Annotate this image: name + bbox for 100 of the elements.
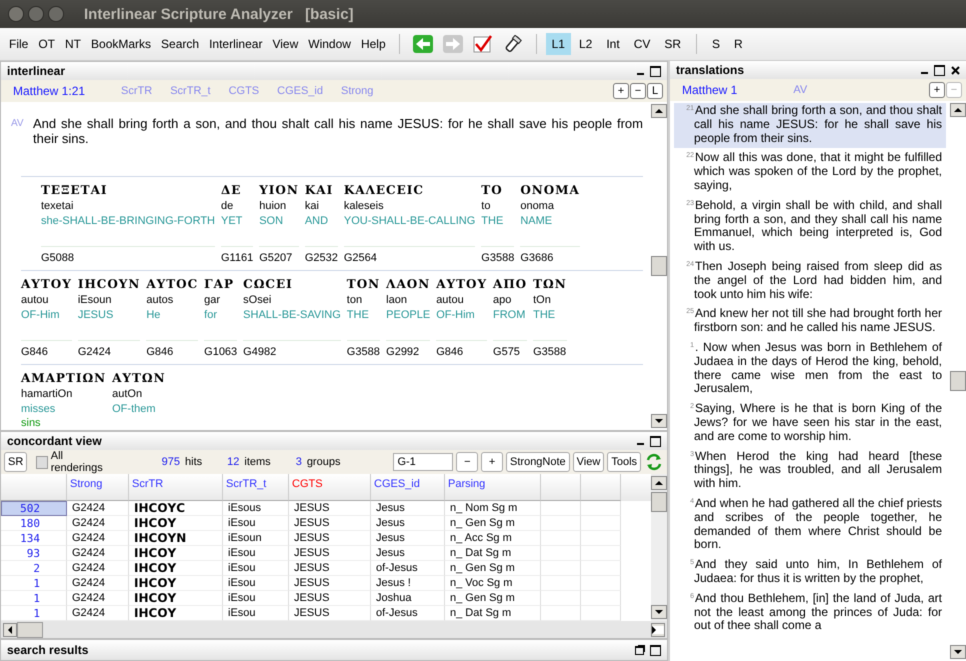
strong-number[interactable]: G2992	[386, 345, 420, 359]
toolbar-button[interactable]: Tools	[607, 452, 642, 472]
strong-number[interactable]: G5088	[41, 251, 74, 265]
zoom-button[interactable]: −	[630, 83, 646, 99]
toolbar-button[interactable]: R	[728, 33, 749, 55]
greek-word[interactable]: ΥΙΟΝ	[259, 181, 299, 199]
column-header[interactable]: CGTS	[289, 474, 371, 501]
verse-text[interactable]: $^{3}$When Herod the king had heard [these things], he was troubled, and all Jerusalem with him.	[674, 448, 946, 494]
menu-item[interactable]: Interlinear	[204, 37, 268, 51]
scrollbar[interactable]	[651, 474, 667, 621]
greek-word[interactable]: ΟΝΟΜΑ	[520, 181, 580, 199]
toolbar-button[interactable]: L2	[572, 33, 598, 55]
zoom-button[interactable]: +	[929, 82, 945, 98]
greek-word[interactable]: ΑΥΤΟΥ	[436, 275, 488, 293]
menu-item[interactable]: View	[267, 37, 304, 51]
count-cell[interactable]: 502	[1, 501, 67, 516]
verse-text[interactable]: $^{2}$ Saying, Where is he that is born King of the Jews? for we have seen his star in the east, and are come to worship him.	[674, 401, 946, 447]
checkmark-icon[interactable]	[472, 35, 493, 53]
column-header[interactable]: CGES_id	[371, 474, 445, 501]
greek-word[interactable]: ΑΥΤΩΝ	[112, 369, 166, 387]
greek-word[interactable]: ΑΥΤΟΥ	[21, 275, 72, 293]
greek-word[interactable]: ΤΕΞΕΤΑΙ	[41, 181, 108, 199]
greek-word[interactable]: ΤΩΝ	[533, 275, 567, 293]
verse-text[interactable]: $^{21}$And she shall bring forth a son, and thou shalt call his name JESUS: for he shall save his people from their sins.	[674, 103, 946, 148]
count-cell[interactable]: 134	[1, 531, 67, 546]
strong-number[interactable]: G5207	[259, 251, 292, 265]
count-cell[interactable]: 180	[1, 516, 67, 531]
verse-text[interactable]: $^{5}$And they said unto him, In Bethlehem of Judaea: for thus it is written by the prophet,	[674, 557, 946, 589]
count-cell[interactable]: 1	[1, 576, 67, 591]
menu-item[interactable]: BookMarks	[86, 37, 156, 51]
verse-text[interactable]: $^{23}$ Behold, a virgin shall be with child, and shall bring forth a son, and they shall call his name Emmanuel, which being interpreted is, God with us.	[674, 198, 946, 257]
column-header[interactable]: ScrTR_t	[223, 474, 289, 501]
menu-item[interactable]: Window	[303, 37, 356, 51]
toolbar-button[interactable]: CV	[628, 33, 656, 55]
checkbox[interactable]	[36, 456, 48, 468]
maximize-icon[interactable]	[650, 66, 661, 76]
column-header[interactable]: Strong	[67, 474, 129, 501]
strong-number[interactable]: G4982	[243, 345, 276, 359]
column-header[interactable]	[581, 474, 621, 501]
verse-text[interactable]: $^{25}$And knew her not till she had brought forth her firstborn son: and he called his name JESUS.	[674, 306, 946, 338]
verse-text[interactable]: $^{4}$And when he had gathered all the chief priests and scribes of the people together, he demanded of them where Christ should be born.	[674, 496, 946, 556]
toolbar-button[interactable]: −	[456, 452, 478, 472]
toolbar-button[interactable]: L1	[546, 33, 571, 55]
menu-item[interactable]: Help	[356, 37, 391, 51]
toolbar-button[interactable]: +	[481, 452, 504, 472]
strong-number[interactable]: G846	[146, 345, 174, 359]
verse-text[interactable]: $^{24}$Then Joseph being raised from sleep did as the angel of the Lord had bidden him, and took unto him his wife:	[674, 258, 946, 304]
toolbar-button[interactable]: Int	[600, 33, 626, 55]
verse-text[interactable]: $^{22}$ Now all this was done, that it might be fulfilled which was spoken of the Lord by the prophet, saying,	[674, 150, 946, 196]
maximize-icon[interactable]	[650, 644, 661, 656]
greek-word[interactable]: ΔΕ	[221, 181, 242, 199]
scrollbar[interactable]	[651, 102, 667, 430]
toolbar-button[interactable]: StrongNote	[506, 452, 570, 472]
strong-number[interactable]: G846	[21, 345, 48, 359]
menu-item[interactable]: Search	[156, 37, 204, 51]
menu-item[interactable]: NT	[60, 37, 86, 51]
strong-number[interactable]: G3686	[520, 251, 554, 265]
toolbar-button[interactable]: View	[572, 452, 604, 472]
strong-number[interactable]: G2532	[304, 251, 338, 265]
scrollbar[interactable]	[950, 101, 966, 661]
menu-item[interactable]: OT	[33, 37, 60, 51]
strong-number[interactable]: G3588	[481, 251, 514, 265]
verse-reference[interactable]: Matthew 1:21	[13, 84, 86, 98]
count-cell[interactable]: 2	[1, 561, 67, 576]
greek-word[interactable]: ΙΗϹΟΥΝ	[78, 275, 140, 293]
zoom-button[interactable]: +	[613, 83, 629, 99]
greek-word[interactable]: ΑΥΤΟϹ	[146, 275, 198, 293]
maximize-icon[interactable]	[934, 64, 945, 76]
search-field[interactable]: G-1	[393, 453, 454, 471]
strong-number[interactable]: G3588	[533, 345, 566, 359]
column-header[interactable]: Parsing	[445, 474, 541, 501]
greek-word[interactable]: ΚΑΛΕϹΕΙϹ	[344, 181, 424, 199]
column-header[interactable]: ScrTR	[129, 474, 223, 501]
greek-word[interactable]: ϹΩϹΕΙ	[243, 275, 293, 293]
strong-number[interactable]: G2424	[78, 345, 111, 359]
strong-number[interactable]: G846	[436, 345, 464, 359]
strong-number[interactable]: G1063	[204, 345, 238, 359]
greek-word[interactable]: ΑΜΑΡΤΙΩΝ	[21, 369, 106, 387]
strong-number[interactable]: G2564	[344, 251, 377, 265]
menu-item[interactable]: File	[4, 37, 34, 51]
maximize-icon[interactable]	[650, 436, 661, 446]
greek-word[interactable]: ΓΑΡ	[204, 275, 234, 293]
greek-word[interactable]: ΛΑΟΝ	[386, 275, 430, 293]
column-header[interactable]	[541, 474, 581, 501]
count-cell[interactable]: 1	[1, 591, 67, 606]
sr-button[interactable]: SR	[4, 452, 28, 472]
chapter-reference[interactable]: Matthew 1	[682, 83, 738, 97]
back-arrow-icon[interactable]	[412, 35, 433, 53]
toolbar-button[interactable]: S	[706, 33, 726, 55]
strong-number[interactable]: G1161	[221, 251, 254, 265]
verse-text[interactable]: $^{1}$. Now when Jesus was born in Bethlehem of Judaea in the days of Herod the king, behold, there came wise men from the east to Jerusalem,	[674, 340, 946, 400]
count-cell[interactable]: 93	[1, 546, 67, 561]
strong-number[interactable]: G575	[493, 345, 520, 359]
verse-text[interactable]: $^{6}$And thou Bethlehem, [in] the land of Juda, art not the least among the princes of Juda: for out of thee shall come a	[674, 590, 946, 636]
zoom-button[interactable]: L	[647, 83, 663, 99]
minimize-icon[interactable]	[28, 6, 44, 22]
close-icon[interactable]	[951, 66, 960, 74]
toolbar-button[interactable]: SR	[658, 33, 688, 55]
greek-word[interactable]: ΤΟΝ	[346, 275, 380, 293]
scrollbar[interactable]	[1, 621, 667, 638]
